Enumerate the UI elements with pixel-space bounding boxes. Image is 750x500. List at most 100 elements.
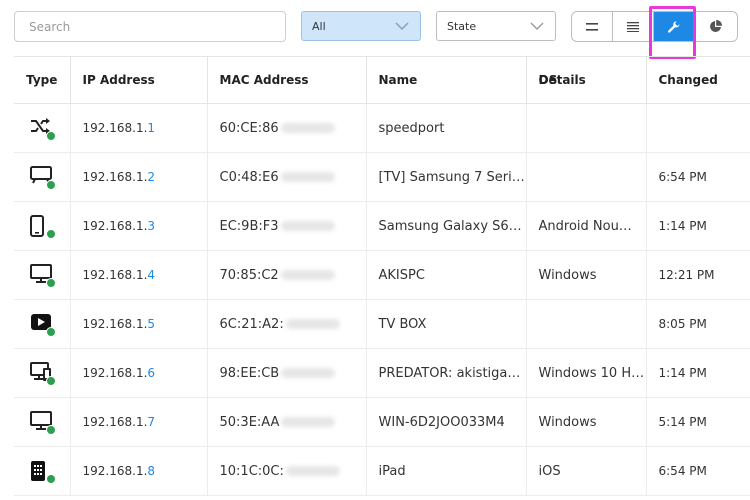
online-status-dot bbox=[45, 474, 56, 484]
cell-name: PREDATOR: akistiga… bbox=[366, 348, 527, 398]
cell-ip: 192.168.1.6 bbox=[70, 348, 208, 398]
mac-text: 10:1C:0C: bbox=[219, 463, 284, 479]
mac-text: C0:48:E6 bbox=[219, 169, 279, 185]
cell-os: Android Nou… bbox=[526, 201, 647, 251]
cell-os: Windows bbox=[526, 397, 647, 447]
ip-last-octet[interactable]: 6 bbox=[147, 366, 155, 380]
online-status-dot bbox=[45, 376, 56, 386]
mac-redacted bbox=[281, 417, 336, 427]
view-mode-group bbox=[571, 11, 738, 42]
view-stats-button[interactable] bbox=[695, 12, 736, 41]
cell-mac: C0:48:E6 bbox=[207, 152, 367, 202]
cell-type bbox=[14, 152, 71, 202]
table-row[interactable]: 192.168.1.3 EC:9B:F3 Samsung Galaxy S6… And… bbox=[14, 201, 750, 251]
cell-ip: 192.168.1.1 bbox=[70, 103, 208, 153]
cell-os bbox=[526, 152, 647, 202]
ip-last-octet[interactable]: 1 bbox=[147, 121, 155, 135]
device-os: Windows 10 H… bbox=[538, 365, 645, 381]
cell-os bbox=[526, 103, 647, 153]
cell-name: TV BOX bbox=[366, 299, 527, 349]
cell-changed: 8:05 PM bbox=[646, 299, 750, 349]
view-detailed-button[interactable] bbox=[613, 12, 654, 41]
ip-last-octet[interactable]: 5 bbox=[147, 317, 155, 331]
table-row[interactable]: 192.168.1.8 10:1C:0C: iPad iOS 6:54 PM bbox=[14, 446, 750, 496]
cell-name: WIN-6D2JOO033M4 bbox=[366, 397, 527, 447]
online-status-dot bbox=[45, 229, 56, 239]
mac-text: 6C:21:A2: bbox=[219, 316, 284, 332]
device-name: iPad bbox=[378, 463, 406, 479]
cell-ip: 192.168.1.2 bbox=[70, 152, 208, 202]
header-mac[interactable]: MAC Address bbox=[207, 56, 367, 104]
cell-changed: 5:14 PM bbox=[646, 397, 750, 447]
device-name: AKISPC bbox=[378, 267, 425, 283]
list-detailed-icon bbox=[627, 21, 639, 32]
monitor-icon bbox=[28, 262, 56, 288]
search-input[interactable] bbox=[14, 11, 286, 42]
tablet-icon bbox=[28, 458, 56, 484]
cell-changed: 6:54 PM bbox=[646, 446, 750, 496]
cell-name: Samsung Galaxy S6… bbox=[366, 201, 527, 251]
ip-last-octet[interactable]: 2 bbox=[147, 170, 155, 184]
mac-redacted bbox=[280, 123, 335, 133]
ip-prefix: 192.168.1. bbox=[82, 464, 148, 478]
cell-ip: 192.168.1.3 bbox=[70, 201, 208, 251]
cell-mac: 10:1C:0C: bbox=[207, 446, 367, 496]
header-name[interactable]: Name bbox=[366, 56, 527, 104]
cell-changed: 1:14 PM bbox=[646, 348, 750, 398]
mac-redacted bbox=[285, 466, 340, 476]
ip-prefix: 192.168.1. bbox=[82, 317, 148, 331]
table-row[interactable]: 192.168.1.6 98:EE:CB PREDATOR: akistiga… Wi… bbox=[14, 348, 750, 398]
header-os-details[interactable]: Details OS bbox=[526, 56, 647, 104]
view-compact-button[interactable] bbox=[572, 12, 613, 41]
table-row[interactable]: 192.168.1.1 60:CE:86 speedport bbox=[14, 103, 750, 153]
online-status-dot bbox=[45, 180, 56, 190]
device-name: TV BOX bbox=[378, 316, 427, 332]
mac-redacted bbox=[285, 319, 340, 329]
cell-type bbox=[14, 201, 71, 251]
cell-os: iOS bbox=[526, 446, 647, 496]
mac-text: 50:3E:AA bbox=[219, 414, 280, 430]
chevron-down-icon bbox=[395, 22, 409, 30]
device-name: speedport bbox=[378, 120, 445, 136]
mac-text: EC:9B:F3 bbox=[219, 218, 279, 234]
cell-type bbox=[14, 299, 71, 349]
changed-time: 6:54 PM bbox=[658, 170, 707, 184]
cell-mac: 70:85:C2 bbox=[207, 250, 367, 300]
mac-redacted bbox=[280, 270, 335, 280]
header-changed[interactable]: Changed bbox=[646, 56, 750, 104]
ip-prefix: 192.168.1. bbox=[82, 415, 148, 429]
cell-type bbox=[14, 446, 71, 496]
filter-state-dropdown[interactable]: State bbox=[436, 11, 556, 41]
ip-prefix: 192.168.1. bbox=[82, 366, 148, 380]
ip-last-octet[interactable]: 7 bbox=[147, 415, 155, 429]
cell-type bbox=[14, 250, 71, 300]
cell-os: Windows 10 H… bbox=[526, 348, 647, 398]
online-status-dot bbox=[45, 278, 56, 288]
header-ip[interactable]: IP Address bbox=[70, 56, 208, 104]
cell-os bbox=[526, 299, 647, 349]
changed-time: 12:21 PM bbox=[658, 268, 715, 282]
mac-redacted bbox=[280, 172, 335, 182]
devices-table: Type IP Address MAC Address Name Details… bbox=[14, 56, 750, 496]
changed-time: 1:14 PM bbox=[658, 219, 707, 233]
header-os: OS bbox=[538, 73, 558, 87]
ip-last-octet[interactable]: 4 bbox=[147, 268, 155, 282]
table-row[interactable]: 192.168.1.5 6C:21:A2: TV BOX 8:05 PM bbox=[14, 299, 750, 349]
header-type[interactable]: Type bbox=[14, 56, 71, 104]
list-compact-icon bbox=[586, 22, 598, 31]
cell-changed: 12:21 PM bbox=[646, 250, 750, 300]
filter-all-dropdown[interactable]: All bbox=[301, 11, 421, 41]
view-tools-button[interactable] bbox=[654, 12, 695, 41]
table-row[interactable]: 192.168.1.4 70:85:C2 AKISPC Windows 12:21 PM bbox=[14, 250, 750, 300]
mac-redacted bbox=[281, 368, 336, 378]
cell-name: iPad bbox=[366, 446, 527, 496]
table-row[interactable]: 192.168.1.7 50:3E:AA WIN-6D2JOO033M4 Window… bbox=[14, 397, 750, 447]
ip-last-octet[interactable]: 8 bbox=[147, 464, 155, 478]
cell-ip: 192.168.1.8 bbox=[70, 446, 208, 496]
table-row[interactable]: 192.168.1.2 C0:48:E6 [TV] Samsung 7 Seri… 6… bbox=[14, 152, 750, 202]
phone-icon bbox=[28, 213, 56, 239]
toolbar: All State bbox=[0, 0, 750, 52]
ip-last-octet[interactable]: 3 bbox=[147, 219, 155, 233]
ip-prefix: 192.168.1. bbox=[82, 268, 148, 282]
wrench-icon bbox=[668, 20, 680, 33]
